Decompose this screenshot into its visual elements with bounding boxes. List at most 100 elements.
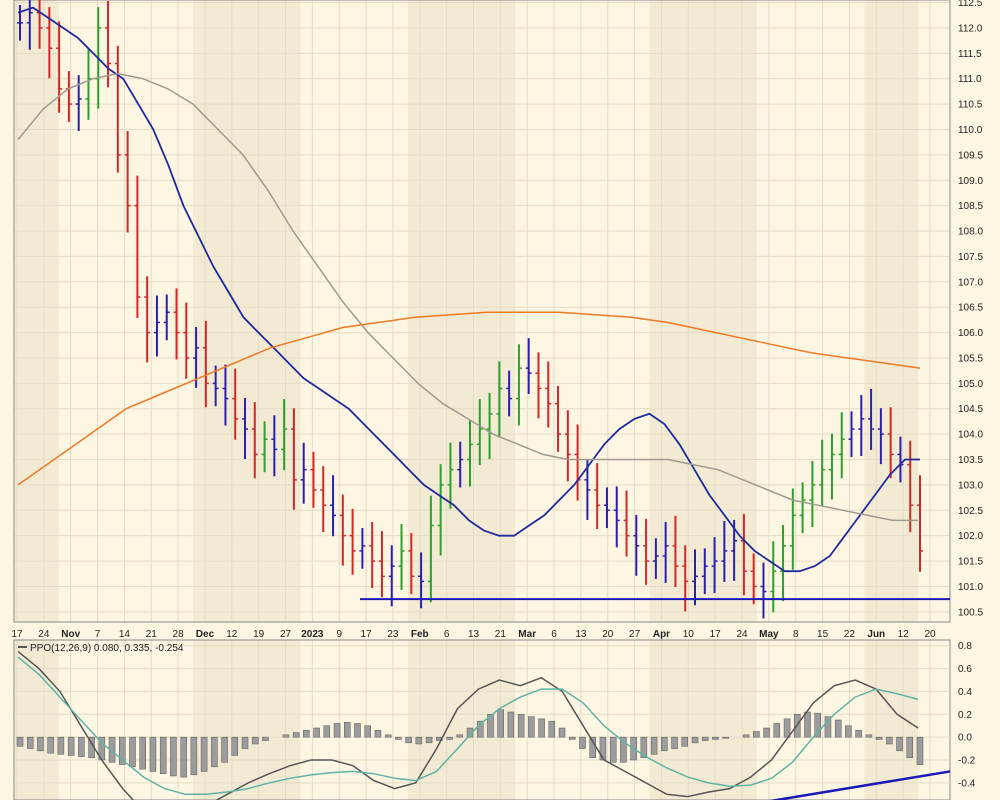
date-tick-label: 27 (280, 629, 292, 640)
ppo-histogram-bar (773, 723, 781, 738)
price-tick-label: 103.0 (958, 480, 983, 491)
ppo-histogram-bar (834, 719, 842, 738)
price-tick-label: 106.0 (958, 328, 983, 339)
price-tick-label: 104.0 (958, 430, 983, 441)
ppo-histogram-bar (354, 723, 361, 738)
date-tick-label: 21 (495, 629, 507, 640)
ppo-histogram-bar (865, 734, 873, 738)
ppo-histogram-bar (231, 736, 239, 756)
price-tick-label: 111.0 (958, 74, 982, 85)
month-band (407, 0, 516, 622)
date-tick-label: 15 (817, 629, 829, 640)
date-tick-label: 24 (38, 629, 50, 640)
ppo-histogram-bar (241, 736, 249, 749)
month-band (649, 640, 757, 800)
ppo-histogram-bar (569, 736, 576, 740)
date-tick-label: 17 (361, 629, 373, 640)
date-tick-label: 24 (736, 629, 748, 640)
ppo-histogram-bar (742, 734, 750, 738)
date-tick-label: Feb (411, 629, 429, 640)
price-tick-label: 110.5 (958, 100, 983, 111)
ppo-histogram-bar (875, 736, 883, 740)
ppo-histogram-bar (251, 736, 259, 745)
ppo-histogram-bar (47, 736, 54, 754)
ppo-histogram-bar (753, 731, 760, 738)
ppo-histogram-bar (313, 727, 320, 738)
date-tick-label: 8 (793, 629, 799, 640)
ppo-tick-label: -0.2 (958, 756, 976, 767)
date-tick-label: 21 (146, 629, 158, 640)
ppo-histogram-bar (282, 734, 290, 738)
date-tick-label: 7 (95, 629, 101, 640)
ppo-histogram-bar (528, 716, 535, 738)
price-tick-label: 109.5 (958, 150, 983, 161)
price-tick-label: 108.0 (958, 227, 983, 238)
ppo-histogram-bar (886, 736, 893, 745)
ppo-histogram-bar (344, 722, 351, 738)
date-tick-label: 2023 (301, 629, 324, 640)
price-tick-label: 112.5 (958, 0, 983, 9)
ppo-histogram-bar (497, 709, 504, 738)
ppo-histogram-bar (200, 736, 208, 772)
ppo-histogram-bar (303, 730, 310, 738)
date-tick-label: Nov (61, 629, 80, 640)
ppo-histogram-bar (906, 736, 914, 758)
date-tick-label: 19 (253, 629, 265, 640)
ppo-histogram-bar (507, 711, 515, 738)
month-band (14, 640, 59, 800)
date-tick-label: 17 (710, 629, 722, 640)
ppo-histogram-bar (671, 736, 678, 749)
ppo-histogram-bar (16, 736, 24, 747)
date-tick-label: Jun (867, 629, 885, 640)
ppo-histogram-bar (159, 736, 167, 774)
ppo-histogram-bar (26, 736, 34, 749)
date-tick-label: Dec (196, 629, 215, 640)
ppo-histogram-bar (845, 725, 852, 738)
date-tick-label: 13 (575, 629, 587, 640)
ppo-histogram-bar (558, 727, 566, 738)
month-band (192, 640, 301, 800)
ppo-histogram-bar (456, 734, 464, 738)
ppo-histogram-bar (395, 736, 402, 740)
ppo-histogram-bar (691, 736, 699, 744)
date-tick-label: 6 (444, 629, 450, 640)
date-tick-label: 6 (551, 629, 557, 640)
ppo-histogram-bar (333, 723, 341, 738)
date-tick-label: 20 (602, 629, 614, 640)
ppo-tick-label: 0.6 (958, 664, 972, 675)
date-tick-label: Apr (653, 629, 670, 640)
month-band (864, 640, 918, 800)
ppo-histogram-bar (78, 736, 85, 757)
price-tick-label: 111.5 (958, 49, 982, 60)
date-tick-label: 22 (844, 629, 856, 640)
ppo-histogram-bar (149, 736, 157, 772)
date-axis: 17 24 Nov 7 14 21 28 Dec 12 19 27 2023 9 17 23 Feb 6 13 21… (11, 629, 936, 640)
ppo-histogram-bar (548, 720, 556, 738)
ppo-histogram-bar (661, 736, 668, 752)
ppo-histogram-bar (763, 727, 770, 738)
price-tick-label: 101.0 (958, 582, 983, 593)
ppo-histogram-bar (538, 718, 545, 738)
price-tick-label: 109.0 (958, 176, 983, 187)
price-tick-label: 104.5 (958, 404, 983, 415)
price-tick-label: 106.5 (958, 303, 983, 314)
date-tick-label: 12 (226, 629, 238, 640)
ppo-histogram-bar (292, 732, 300, 738)
ppo-histogram-bar (384, 734, 392, 738)
price-tick-label: 105.5 (958, 353, 983, 364)
ppo-histogram-bar (609, 736, 617, 763)
date-tick-label: May (759, 629, 779, 640)
ppo-histogram-bar (650, 736, 658, 755)
price-tick-label: 102.0 (958, 531, 983, 542)
price-tick-label: 110.0 (958, 125, 983, 136)
date-tick-label: 12 (898, 629, 910, 640)
ppo-tick-label: 0.8 (958, 641, 972, 652)
ppo-histogram-bar (446, 736, 453, 740)
ppo-tick-label: -0.4 (958, 778, 976, 789)
ppo-histogram-bar (262, 736, 269, 741)
price-tick-label: 112.0 (958, 23, 983, 34)
ppo-tick-label: 0.4 (958, 687, 972, 698)
ppo-histogram-bar (129, 736, 136, 768)
ppo-histogram-bar (374, 730, 382, 738)
ppo-histogram-bar (415, 736, 423, 745)
